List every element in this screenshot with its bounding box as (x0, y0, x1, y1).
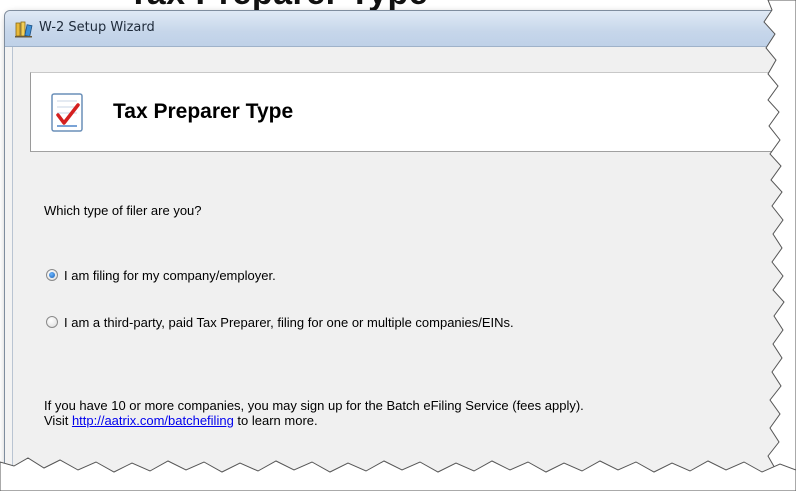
window-title: W-2 Setup Wizard (39, 20, 155, 35)
wizard-step-title: Tax Preparer Type (113, 100, 294, 123)
screenshot-stage: Tax Preparer Type W-2 Setup Wizard (0, 0, 796, 491)
batch-efiling-info: If you have 10 or more companies, you ma… (44, 398, 584, 428)
window-titlebar[interactable]: W-2 Setup Wizard (5, 11, 796, 47)
books-icon (15, 21, 33, 38)
option-third-party-preparer[interactable]: I am a third-party, paid Tax Preparer, f… (46, 313, 514, 331)
filer-type-question: Which type of filer are you? (44, 203, 202, 218)
option-company-employer-label[interactable]: I am filing for my company/employer. (64, 268, 276, 283)
visit-prefix: Visit (44, 413, 72, 428)
wizard-header-panel: Tax Preparer Type (30, 72, 796, 152)
batch-efiling-text: If you have 10 or more companies, you ma… (44, 398, 584, 413)
option-company-employer[interactable]: I am filing for my company/employer. (46, 266, 276, 284)
radio-third-party-preparer[interactable] (46, 316, 58, 328)
visit-suffix: to learn more. (233, 413, 318, 428)
wizard-client-area: Tax Preparer Type Which type of filer ar… (12, 47, 796, 481)
radio-company-employer[interactable] (46, 269, 58, 281)
visit-line: Visit http://aatrix.com/batchefiling to … (44, 413, 584, 428)
option-third-party-preparer-label[interactable]: I am a third-party, paid Tax Preparer, f… (64, 315, 514, 330)
checklist-icon (51, 93, 83, 132)
wizard-window: W-2 Setup Wizard Tax Preparer Type Which… (4, 10, 796, 482)
batch-efiling-link[interactable]: http://aatrix.com/batchefiling (72, 413, 234, 428)
